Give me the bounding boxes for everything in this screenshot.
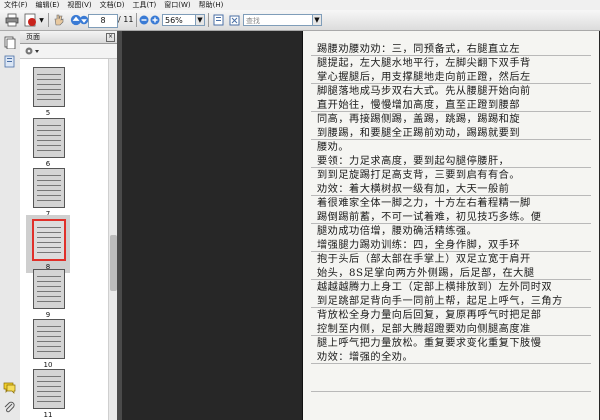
zoom-in-button[interactable] (150, 13, 160, 27)
text-line: 始头，8S足掌向两方外侧踢，后足部，在大腿 (317, 268, 535, 279)
text-line: 腿劝成功倍增，腰劝确活精练强。 (317, 226, 478, 237)
text-line: 劝效：增强的全劝。 (317, 352, 414, 363)
bookmarks-icon[interactable] (3, 55, 16, 68)
text-line: 掌心握腿后，用支撑腿地走向前正蹬，然后左 (317, 72, 531, 83)
text-line: 越越越腾力上身工（定部上横排放到）左外同时双 (317, 282, 553, 293)
text-line: 脚腿落地成马步双右大式。先从腰腿开始向前 (317, 86, 531, 97)
fit-page-icon (213, 14, 223, 26)
expand-icon (229, 15, 239, 25)
zoom-dropdown-button[interactable]: ▼ (195, 14, 205, 26)
menu-file[interactable]: 文件(F) (0, 0, 32, 10)
text-line: 同高，再接踢侧踢，盖踢，跳踢，踢踢和旋 (317, 114, 521, 125)
pages-icon[interactable] (3, 36, 16, 49)
page-thumbnail[interactable]: 11 (30, 369, 66, 419)
document-view[interactable]: 踢腰劝腰劝劝：三，同预备式，右腿直立左 腿提起，左大腿水地平行，左脚尖翻下双手背… (122, 31, 600, 420)
zoom-in-icon (150, 15, 160, 25)
zoom-out-button[interactable] (139, 13, 149, 27)
hand-tool-button[interactable] (52, 13, 66, 27)
zoom-level-input[interactable]: 56% (162, 14, 196, 26)
menu-help[interactable]: 帮助(H) (195, 0, 228, 10)
page-thumbnail[interactable]: 10 (30, 319, 66, 369)
close-icon[interactable]: × (106, 33, 115, 42)
text-line: 抱于头后（部太部在手掌上）双足立宽于肩开 (317, 254, 531, 265)
page-number-input[interactable]: 8 (88, 14, 118, 28)
menu-tools[interactable]: 工具(T) (129, 0, 161, 10)
page-thumbnail-image (33, 168, 65, 208)
acrobat-icon (24, 13, 37, 27)
page-thumbnail-label: 10 (43, 361, 53, 369)
search-dropdown-button[interactable]: ▼ (312, 14, 322, 26)
page-thumbnail-label: 5 (45, 109, 51, 117)
text-line: 腰劝。 (317, 142, 350, 153)
page-thumbnail-image (33, 269, 65, 309)
text-line: 着很难家全体一脚之力，十方左右着程精一脚 (317, 198, 531, 209)
page-thumbnail-image (33, 67, 65, 107)
page-thumbnail[interactable]: 9 (30, 269, 66, 319)
comments-icon[interactable] (3, 381, 16, 394)
chevron-down-icon: ▼ (39, 16, 44, 24)
chevron-down-icon: ▼ (314, 16, 320, 24)
toolbar: ▼ 8 / 11 56% ▼ 查找 ▼ (0, 10, 600, 31)
navigation-strip (0, 31, 21, 420)
panel-title: 页面 (26, 33, 40, 41)
text-line: 到到足旋踢打足高支背，三要到启有有合。 (317, 170, 521, 181)
page-thumbnail[interactable]: 5 (30, 67, 66, 117)
thumbnail-list: 5 6 7 8 9 10 11 (20, 59, 108, 420)
toolbar-separator (136, 13, 137, 27)
printer-icon (5, 13, 19, 27)
text-line: 要领：力足求高度，要到起勾腿停腰肝， (317, 156, 510, 167)
menu-window[interactable]: 窗口(W) (160, 0, 194, 10)
ruled-line (311, 391, 591, 392)
text-line: 劝效：着大横树叔一级有加，大天一般前 (317, 184, 510, 195)
page-thumbnail-image (32, 219, 66, 261)
scrollbar-thumb[interactable] (110, 235, 117, 291)
text-line: 背放松全身力量向后回复，复原再呼气时把足部 (317, 310, 542, 321)
page-thumbnail-label: 6 (45, 160, 51, 168)
text-line: 直开始往，慢慢增加高度，直至正蹬到腰部 (317, 100, 521, 111)
text-line: 增强腿力踢劝训练：四，全身作脚，双手环 (317, 240, 521, 251)
page-thumbnail[interactable]: 6 (30, 118, 66, 168)
toolbar-separator (48, 13, 49, 27)
page-thumbnail-selected[interactable]: 8 (26, 215, 70, 273)
pages-panel: 页面 × 5 6 7 8 9 10 11 (20, 31, 118, 420)
document-page: 踢腰劝腰劝劝：三，同预备式，右腿直立左 腿提起，左大腿水地平行，左脚尖翻下双手背… (302, 31, 599, 420)
handwritten-text: 踢腰劝腰劝劝：三，同预备式，右腿直立左 腿提起，左大腿水地平行，左脚尖翻下双手背… (317, 43, 587, 365)
search-input[interactable]: 查找 (243, 14, 313, 26)
panel-options-bar (20, 44, 117, 59)
menu-document[interactable]: 文档(D) (96, 0, 129, 10)
toolbar-separator (208, 13, 209, 27)
page-thumbnail-image (33, 118, 65, 158)
fit-page-button[interactable] (212, 13, 224, 27)
chevron-down-icon: ▼ (197, 16, 203, 24)
attachment-icon[interactable] (3, 401, 16, 414)
text-line: 到足跳部足背向手一同前上帮，起足上呼气，三角方 (317, 296, 563, 307)
page-thumbnail-label: 9 (45, 311, 51, 319)
text-line: 踢倒踢前蓄，不可一试着难，初见技巧多练。便 (317, 212, 542, 223)
zoom-out-icon (139, 15, 149, 25)
text-line: 控制至内侧，足部大腾超蹬要劝向侧腿高度准 (317, 324, 531, 335)
text-line: 踢腰劝腰劝劝：三，同预备式，右腿直立左 (317, 44, 521, 55)
text-line: 腿上呼气把力量放松。重复要求变化重复下肢慢 (317, 338, 542, 349)
page-thumbnail-image (33, 369, 65, 409)
hand-icon (54, 14, 64, 26)
page-total-label: / 11 (118, 15, 134, 24)
text-line: 到腰踢，和要腿全正踢前劝动，踢踢就要到 (317, 128, 521, 139)
print-button[interactable] (4, 13, 20, 27)
text-line: 腿提起，左大腿水地平行，左脚尖翻下双手背 (317, 58, 531, 69)
page-thumbnail-image (33, 319, 65, 359)
menu-view[interactable]: 视图(V) (63, 0, 95, 10)
menu-edit[interactable]: 编辑(E) (32, 0, 64, 10)
full-screen-button[interactable] (228, 13, 240, 27)
page-thumbnail-label: 11 (43, 411, 53, 419)
acrobat-button[interactable]: ▼ (24, 13, 44, 27)
options-icon[interactable] (24, 46, 40, 56)
panel-header: 页面 × (20, 31, 117, 44)
page-thumbnail[interactable]: 7 (30, 168, 66, 218)
